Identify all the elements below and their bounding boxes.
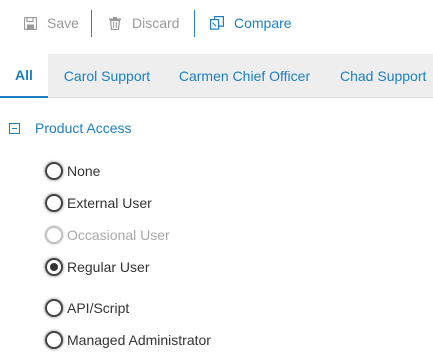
radio-option-external-user[interactable]: External User [45, 193, 152, 213]
radio-label: External User [67, 195, 152, 211]
section-title: Product Access [35, 120, 132, 136]
save-label: Save [47, 15, 79, 31]
compare-icon [209, 15, 225, 31]
trash-icon [107, 15, 123, 31]
compare-button[interactable]: Compare [209, 8, 292, 38]
save-button[interactable]: Save [22, 8, 79, 38]
tab-carmen-chief-officer[interactable]: Carmen Chief Officer [166, 54, 323, 98]
radio-button [45, 226, 63, 244]
radio-label: Regular User [67, 259, 150, 275]
collapse-icon[interactable] [9, 122, 20, 134]
tab-all[interactable]: All [0, 54, 48, 98]
discard-button[interactable]: Discard [107, 8, 179, 38]
radio-option-managed-administrator[interactable]: Managed Administrator [45, 330, 211, 350]
tab-label: Carol Support [63, 68, 151, 84]
radio-button[interactable] [45, 194, 63, 212]
radio-option-api-script[interactable]: API/Script [45, 298, 129, 318]
tab-bar: All Carol Support Carmen Chief Officer C… [0, 54, 433, 98]
floppy-disk-icon [22, 15, 38, 31]
tab-chad-support[interactable]: Chad Support [323, 54, 433, 98]
discard-label: Discard [132, 15, 180, 31]
toolbar-divider [91, 10, 92, 37]
radio-option-regular-user[interactable]: Regular User [45, 257, 149, 277]
radio-button-selected[interactable] [45, 258, 63, 276]
toolbar: Save Discard Compare [0, 0, 433, 46]
toolbar-divider [194, 10, 195, 37]
radio-button[interactable] [45, 162, 63, 180]
radio-label: None [67, 163, 101, 179]
tab-label: Carmen Chief Officer [178, 68, 311, 84]
product-access-header[interactable]: Product Access [8, 118, 132, 138]
tab-label: All [15, 67, 33, 83]
radio-label: Occasional User [67, 227, 170, 243]
compare-label: Compare [234, 15, 292, 31]
tab-label: Chad Support [340, 68, 427, 84]
tab-carol-support[interactable]: Carol Support [48, 54, 166, 98]
radio-label: Managed Administrator [67, 332, 211, 348]
radio-label: API/Script [67, 300, 130, 316]
radio-option-none[interactable]: None [45, 161, 100, 181]
radio-button[interactable] [45, 331, 63, 349]
radio-button[interactable] [45, 299, 63, 317]
radio-option-occasional-user: Occasional User [45, 225, 170, 245]
